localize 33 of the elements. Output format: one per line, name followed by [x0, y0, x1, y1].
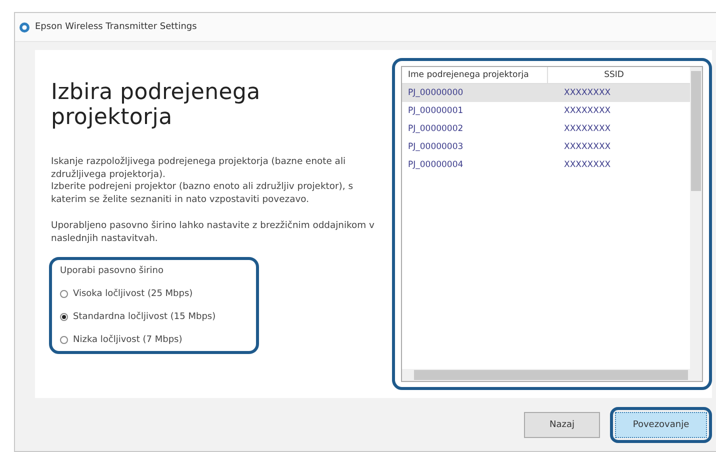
table-cell-text: XXXXXXXX — [563, 106, 612, 116]
table-row[interactable]: PJ_00000000 XXXXXXXX — [402, 84, 690, 102]
table-cell-text: PJ_00000004 — [407, 160, 464, 170]
column-header[interactable]: Ime podrejenega projektorja — [402, 67, 548, 83]
radio-button[interactable] — [60, 290, 68, 298]
vertical-scrollbar[interactable] — [690, 67, 702, 369]
option-label[interactable]: Standardna ločljivost (15 Mbps) — [73, 312, 216, 322]
table-cell-text: PJ_00000001 — [407, 106, 464, 116]
table-cell-text: PJ_00000003 — [407, 142, 464, 152]
back-button[interactable]: Nazaj — [524, 412, 600, 438]
table-cell-text: XXXXXXXX — [563, 88, 612, 98]
table-row[interactable]: PJ_00000003 XXXXXXXX — [402, 138, 690, 156]
description-text: Iskanje razpoložljivega podrejenega projektorja (bazne enote ali združljivega projektorja). Izberite podrejeni projektor (bazno enoto ali združljiv projektor), s katerim se želite seznaniti in nato vzpostaviti povezavo. — [51, 156, 354, 206]
table-cell-text: PJ_00000002 — [407, 124, 464, 134]
connect-button[interactable]: Povezovanje — [615, 412, 707, 438]
table-cell-text: PJ_00000000 — [407, 88, 464, 98]
table-cell-text: XXXXXXXX — [563, 160, 612, 170]
table-row[interactable]: PJ_00000002 XXXXXXXX — [402, 120, 690, 138]
window-title: Epson Wireless Transmitter Settings — [35, 22, 197, 32]
table-cell-text: XXXXXXXX — [563, 124, 612, 134]
option-label[interactable]: Visoka ločljivost (25 Mbps) — [73, 289, 193, 299]
radio-button[interactable] — [60, 336, 68, 344]
column-header[interactable]: SSID — [548, 67, 674, 83]
horizontal-scrollbar[interactable] — [402, 369, 702, 381]
radio-button[interactable] — [60, 313, 68, 321]
table-row[interactable]: PJ_00000004 XXXXXXXX — [402, 156, 690, 174]
app-icon — [19, 22, 30, 32]
table-cell-text: XXXXXXXX — [563, 142, 612, 152]
group-label: Uporabi pasovno širino — [60, 266, 165, 276]
description-text: Uporabljeno pasovno širino lahko nastavite z brezžičnim oddajnikom v naslednjih nastavitvah. — [51, 220, 376, 245]
page-heading: Izbira podrejenega projektorja — [51, 80, 262, 130]
table-row[interactable]: PJ_00000001 XXXXXXXX — [402, 102, 690, 120]
option-label[interactable]: Nizka ločljivost (7 Mbps) — [73, 335, 182, 345]
